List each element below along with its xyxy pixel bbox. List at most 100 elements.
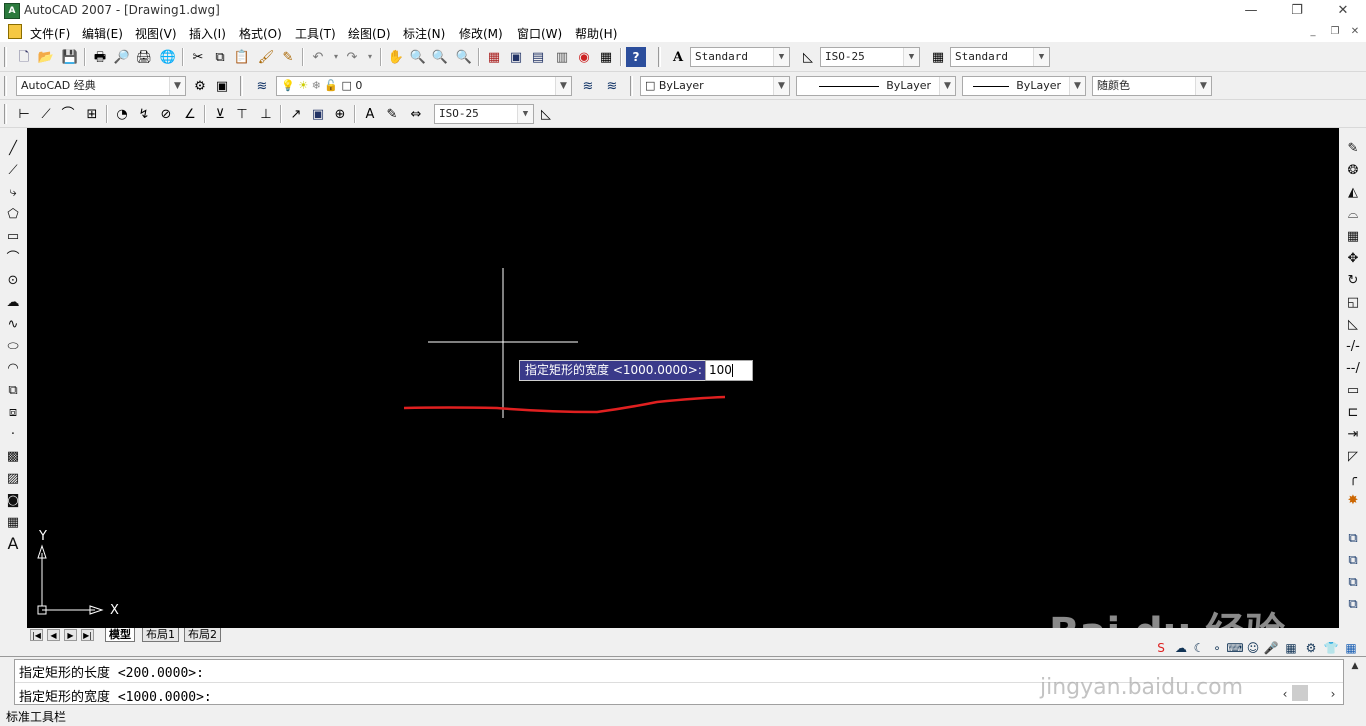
radius-dim-icon[interactable]: ◔ xyxy=(112,104,132,124)
autocad-app-icon[interactable]: A xyxy=(4,3,20,19)
offset-icon[interactable]: ⌓ xyxy=(1343,204,1363,224)
ime-icon[interactable]: S xyxy=(1152,639,1170,657)
clean-screen-icon[interactable]: ⚙ xyxy=(1302,639,1320,657)
chevron-down-icon[interactable]: ▼ xyxy=(555,77,571,95)
continue-dim-icon[interactable]: ⊥ xyxy=(256,104,276,124)
scroll-thumb[interactable] xyxy=(1292,685,1308,701)
arc-length-icon[interactable]: ⌒ xyxy=(58,104,78,124)
copy-object-icon[interactable]: ❂ xyxy=(1343,160,1363,180)
moon-icon[interactable]: ☾ xyxy=(1190,639,1208,657)
polyline-icon[interactable]: ⤷ xyxy=(3,182,23,202)
paste-icon[interactable]: 📋 xyxy=(232,47,252,67)
construction-line-icon[interactable]: ⟋ xyxy=(3,160,23,180)
plot-preview-icon[interactable]: 🔎 xyxy=(112,47,132,67)
make-block-icon[interactable]: ⧈ xyxy=(3,402,23,422)
toolbar-grip[interactable] xyxy=(240,76,243,96)
minimize-button[interactable]: — xyxy=(1228,0,1274,22)
menu-edit[interactable]: 编辑(E) xyxy=(82,25,123,42)
line-icon[interactable]: ╱ xyxy=(3,138,23,158)
redo-icon[interactable]: ↷ xyxy=(342,47,362,67)
communication-center-icon[interactable]: ☁ xyxy=(1172,639,1190,657)
match-properties-icon[interactable]: 🖌 xyxy=(256,47,276,67)
lock-icon[interactable]: 🔓 xyxy=(324,79,338,92)
toolbar-grip[interactable] xyxy=(658,47,661,67)
angular-dim-icon[interactable]: ∠ xyxy=(180,104,200,124)
plotstyle-control-select[interactable]: 随颜色 ▼ xyxy=(1092,76,1212,96)
chevron-down-icon[interactable]: ▼ xyxy=(1195,77,1211,95)
table-icon[interactable]: ▦ xyxy=(3,512,23,532)
mirror-icon[interactable]: ◭ xyxy=(1343,182,1363,202)
linetype-control-select[interactable]: ByLayer ▼ xyxy=(796,76,956,96)
block-editor-icon[interactable]: ✎ xyxy=(278,47,298,67)
quickcalc-icon[interactable]: ▦ xyxy=(596,47,616,67)
layer-previous-icon[interactable]: ≋ xyxy=(602,76,622,96)
tab-layout2[interactable]: 布局2 xyxy=(184,628,221,642)
zoom-previous-icon[interactable]: 🔍 xyxy=(454,47,474,67)
publish-icon[interactable]: 🖨 xyxy=(134,47,154,67)
chevron-down-icon[interactable]: ▼ xyxy=(169,77,185,95)
chevron-down-icon[interactable]: ▼ xyxy=(1033,48,1049,66)
region-icon[interactable]: ◙ xyxy=(3,490,23,510)
prev-tab-icon[interactable]: ◀ xyxy=(47,629,60,641)
dim-text-edit-icon[interactable]: ✎ xyxy=(382,104,402,124)
scale-icon[interactable]: ◱ xyxy=(1343,292,1363,312)
revision-cloud-icon[interactable]: ☁ xyxy=(3,292,23,312)
next-tab-icon[interactable]: ▶ xyxy=(64,629,77,641)
circle-icon[interactable]: ⊙ xyxy=(3,270,23,290)
ellipse-arc-icon[interactable]: ◠ xyxy=(3,358,23,378)
diameter-dim-icon[interactable]: ⊘ xyxy=(156,104,176,124)
make-layer-current-icon[interactable]: ≋ xyxy=(578,76,598,96)
zoom-window-icon[interactable]: 🔍 xyxy=(430,47,450,67)
layer-manager-icon[interactable]: ≋ xyxy=(252,76,272,96)
rectangle-icon[interactable]: ▭ xyxy=(3,226,23,246)
undo-icon[interactable]: ↶ xyxy=(308,47,328,67)
toolbar-grip[interactable] xyxy=(4,47,7,67)
color-control-select[interactable]: □ ByLayer ▼ xyxy=(640,76,790,96)
smile-icon[interactable]: ☺ xyxy=(1244,639,1262,657)
break-at-point-icon[interactable]: ▭ xyxy=(1343,380,1363,400)
linear-dim-icon[interactable]: ⊢ xyxy=(14,104,34,124)
dim-edit-icon[interactable]: A xyxy=(360,104,380,124)
publish-web-icon[interactable]: 🌐 xyxy=(158,47,178,67)
save-icon[interactable]: 💾 xyxy=(60,47,80,67)
design-center-icon[interactable]: ▣ xyxy=(506,47,526,67)
dim-style-select-2[interactable]: ISO-25 ▼ xyxy=(434,104,534,124)
text-style-icon[interactable]: A xyxy=(668,47,688,67)
spline-icon[interactable]: ∿ xyxy=(3,314,23,334)
tolerance-icon[interactable]: ▣ xyxy=(308,104,328,124)
bring-above-icon[interactable]: ⧉ xyxy=(1343,594,1363,614)
help-icon[interactable]: ? xyxy=(626,47,646,67)
tool-palettes-icon[interactable]: ▤ xyxy=(528,47,548,67)
last-tab-icon[interactable]: ▶| xyxy=(81,629,94,641)
draw-order-icon[interactable]: ⧉ xyxy=(1343,528,1363,548)
trim-icon[interactable]: -/- xyxy=(1343,336,1363,356)
baseline-dim-icon[interactable]: ⊤ xyxy=(232,104,252,124)
chevron-down-icon[interactable]: ▼ xyxy=(773,77,789,95)
microphone-icon[interactable]: 🎤 xyxy=(1262,639,1280,657)
mdi-minimize-button[interactable]: _ xyxy=(1304,24,1322,40)
extend-icon[interactable]: --/ xyxy=(1343,358,1363,378)
erase-icon[interactable]: ✎ xyxy=(1343,138,1363,158)
stretch-icon[interactable]: ◺ xyxy=(1343,314,1363,334)
ordinate-dim-icon[interactable]: ⊞ xyxy=(82,104,102,124)
sun-icon[interactable]: ☀ xyxy=(298,79,308,92)
join-icon[interactable]: ⇥ xyxy=(1343,424,1363,444)
chamfer-icon[interactable]: ◸ xyxy=(1343,446,1363,466)
dim-style-manager-icon[interactable]: ◺ xyxy=(536,104,556,124)
pan-realtime-icon[interactable]: ✋ xyxy=(386,47,406,67)
markup-icon[interactable]: ◉ xyxy=(574,47,594,67)
toolbar-grip[interactable] xyxy=(4,76,7,96)
tab-layout1[interactable]: 布局1 xyxy=(142,628,179,642)
first-tab-icon[interactable]: |◀ xyxy=(30,629,43,641)
shirt-icon[interactable]: 👕 xyxy=(1322,639,1340,657)
chevron-down-icon[interactable]: ▼ xyxy=(939,77,955,95)
chevron-down-icon[interactable]: ▼ xyxy=(1069,77,1085,95)
arc-icon[interactable]: ⌒ xyxy=(3,248,23,268)
menu-view[interactable]: 视图(V) xyxy=(135,25,177,42)
workspace-settings-icon[interactable]: ⚙ xyxy=(190,76,210,96)
bring-to-front-icon[interactable]: ⧉ xyxy=(1343,550,1363,570)
aligned-dim-icon[interactable]: ⟋ xyxy=(36,104,56,124)
dim-style-select[interactable]: ISO-25 ▼ xyxy=(820,47,920,67)
close-button[interactable]: ✕ xyxy=(1320,0,1366,22)
scroll-up-icon[interactable]: ▲ xyxy=(1348,661,1362,675)
